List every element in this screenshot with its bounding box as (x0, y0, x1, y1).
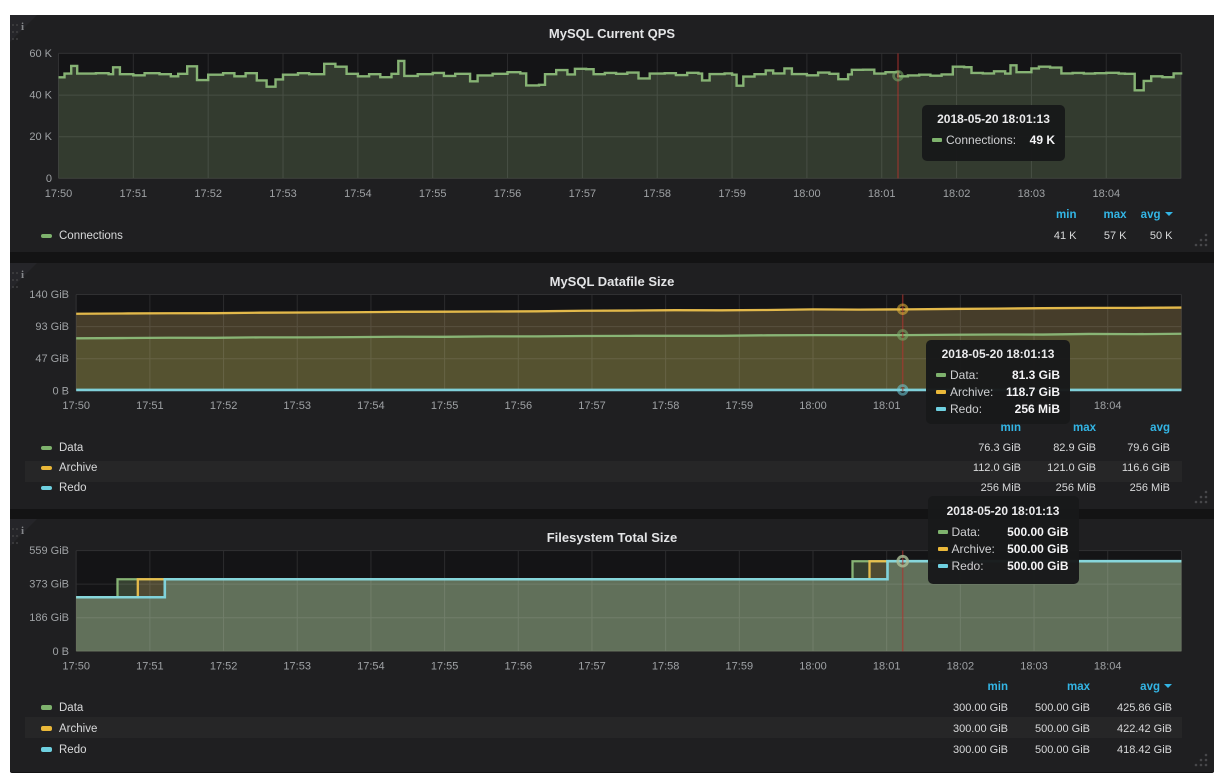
svg-text:17:52: 17:52 (210, 400, 238, 412)
svg-text:18:02: 18:02 (943, 188, 971, 200)
svg-text:373 GiB: 373 GiB (29, 579, 69, 591)
svg-text:0 B: 0 B (52, 385, 69, 397)
svg-text:17:50: 17:50 (45, 188, 73, 200)
svg-text:17:51: 17:51 (136, 400, 164, 412)
svg-text:18:01: 18:01 (873, 400, 901, 412)
svg-text:17:58: 17:58 (643, 188, 671, 200)
svg-text:0: 0 (46, 173, 52, 185)
svg-text:17:51: 17:51 (136, 661, 164, 673)
svg-text:17:50: 17:50 (62, 661, 90, 673)
svg-text:17:53: 17:53 (269, 188, 297, 200)
svg-text:17:53: 17:53 (283, 661, 311, 673)
svg-text:17:58: 17:58 (652, 661, 680, 673)
svg-text:17:55: 17:55 (431, 400, 459, 412)
svg-text:18:00: 18:00 (799, 400, 827, 412)
svg-text:17:59: 17:59 (718, 188, 746, 200)
svg-text:17:50: 17:50 (62, 400, 90, 412)
svg-text:17:54: 17:54 (357, 661, 385, 673)
svg-text:60 K: 60 K (29, 48, 52, 60)
svg-text:17:52: 17:52 (210, 661, 238, 673)
svg-text:17:51: 17:51 (120, 188, 148, 200)
svg-text:47 GiB: 47 GiB (35, 353, 69, 365)
svg-text:17:56: 17:56 (494, 188, 522, 200)
svg-text:18:01: 18:01 (868, 188, 896, 200)
svg-text:17:54: 17:54 (357, 400, 385, 412)
svg-text:18:00: 18:00 (793, 188, 821, 200)
svg-text:18:03: 18:03 (1020, 661, 1048, 673)
svg-text:17:57: 17:57 (578, 400, 606, 412)
svg-text:559 GiB: 559 GiB (29, 545, 69, 557)
svg-text:18:01: 18:01 (873, 661, 901, 673)
svg-text:17:59: 17:59 (726, 400, 754, 412)
svg-text:186 GiB: 186 GiB (29, 612, 69, 624)
svg-text:0 B: 0 B (52, 646, 69, 658)
svg-text:18:04: 18:04 (1094, 400, 1122, 412)
svg-text:40 K: 40 K (29, 90, 52, 102)
svg-text:18:03: 18:03 (1018, 188, 1046, 200)
svg-text:18:04: 18:04 (1093, 188, 1121, 200)
svg-text:18:04: 18:04 (1094, 661, 1122, 673)
svg-text:17:55: 17:55 (431, 661, 459, 673)
svg-text:17:58: 17:58 (652, 400, 680, 412)
svg-text:17:57: 17:57 (578, 661, 606, 673)
svg-text:17:53: 17:53 (283, 400, 311, 412)
svg-text:93 GiB: 93 GiB (35, 321, 69, 333)
svg-text:18:00: 18:00 (799, 661, 827, 673)
svg-text:17:54: 17:54 (344, 188, 372, 200)
svg-text:17:52: 17:52 (194, 188, 222, 200)
svg-text:17:56: 17:56 (505, 400, 533, 412)
svg-text:18:02: 18:02 (947, 661, 975, 673)
svg-text:17:55: 17:55 (419, 188, 447, 200)
svg-text:20 K: 20 K (29, 131, 52, 143)
svg-text:140 GiB: 140 GiB (29, 289, 69, 301)
svg-text:17:59: 17:59 (726, 661, 754, 673)
svg-text:17:57: 17:57 (569, 188, 597, 200)
svg-text:17:56: 17:56 (505, 661, 533, 673)
